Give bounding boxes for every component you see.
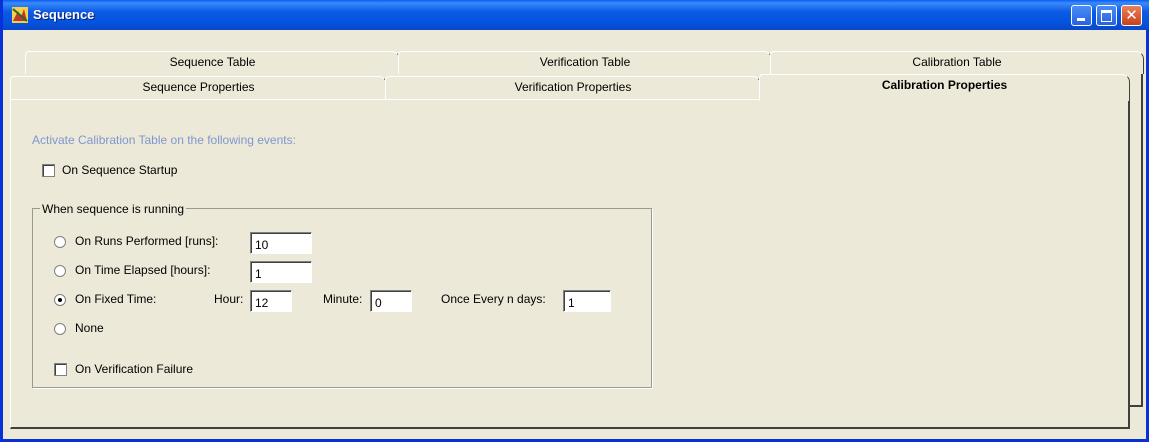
tab-sequence-properties[interactable]: Sequence Properties: [10, 76, 387, 99]
maximize-button[interactable]: [1096, 5, 1117, 26]
on-time-elapsed-radio[interactable]: [54, 265, 66, 277]
tab-verification-table[interactable]: Verification Table: [398, 51, 772, 74]
minute-input[interactable]: 0: [370, 290, 412, 312]
hour-input[interactable]: 12: [250, 290, 292, 312]
when-running-legend: When sequence is running: [40, 202, 187, 216]
time-elapsed-input[interactable]: 1: [250, 261, 312, 283]
runs-performed-input[interactable]: 10: [250, 232, 312, 254]
on-fixed-time-label: On Fixed Time:: [75, 292, 157, 306]
on-sequence-startup-checkbox[interactable]: [42, 164, 55, 177]
tab-verification-properties[interactable]: Verification Properties: [385, 76, 761, 99]
once-every-n-days-input[interactable]: 1: [563, 290, 611, 312]
close-button[interactable]: ✕: [1121, 5, 1142, 26]
tab-sequence-table[interactable]: Sequence Table: [25, 51, 400, 74]
minute-label: Minute:: [323, 292, 363, 306]
on-fixed-time-radio[interactable]: [54, 294, 66, 306]
once-every-n-days-label: Once Every n days:: [441, 292, 546, 306]
on-verification-failure-label: On Verification Failure: [75, 362, 194, 376]
title-bar[interactable]: Sequence ✕: [3, 0, 1149, 30]
tab-calibration-properties[interactable]: Calibration Properties: [759, 74, 1130, 101]
close-icon: ✕: [1125, 6, 1138, 24]
hour-label: Hour:: [214, 292, 244, 306]
tab-calibration-table[interactable]: Calibration Table: [770, 51, 1144, 74]
on-sequence-startup-label: On Sequence Startup: [62, 163, 178, 177]
none-label: None: [75, 321, 104, 335]
none-radio[interactable]: [54, 323, 66, 335]
on-runs-performed-radio[interactable]: [54, 236, 66, 248]
on-time-elapsed-label: On Time Elapsed [hours]:: [75, 263, 211, 277]
minimize-button[interactable]: [1071, 5, 1092, 26]
sequence-app-icon: [12, 7, 28, 23]
maximize-icon: [1101, 10, 1112, 22]
on-runs-performed-label: On Runs Performed [runs]:: [75, 234, 219, 248]
on-verification-failure-checkbox[interactable]: [54, 363, 67, 376]
activate-label: Activate Calibration Table on the follow…: [32, 133, 296, 147]
window-title: Sequence: [33, 7, 95, 22]
minimize-icon: [1077, 18, 1085, 21]
